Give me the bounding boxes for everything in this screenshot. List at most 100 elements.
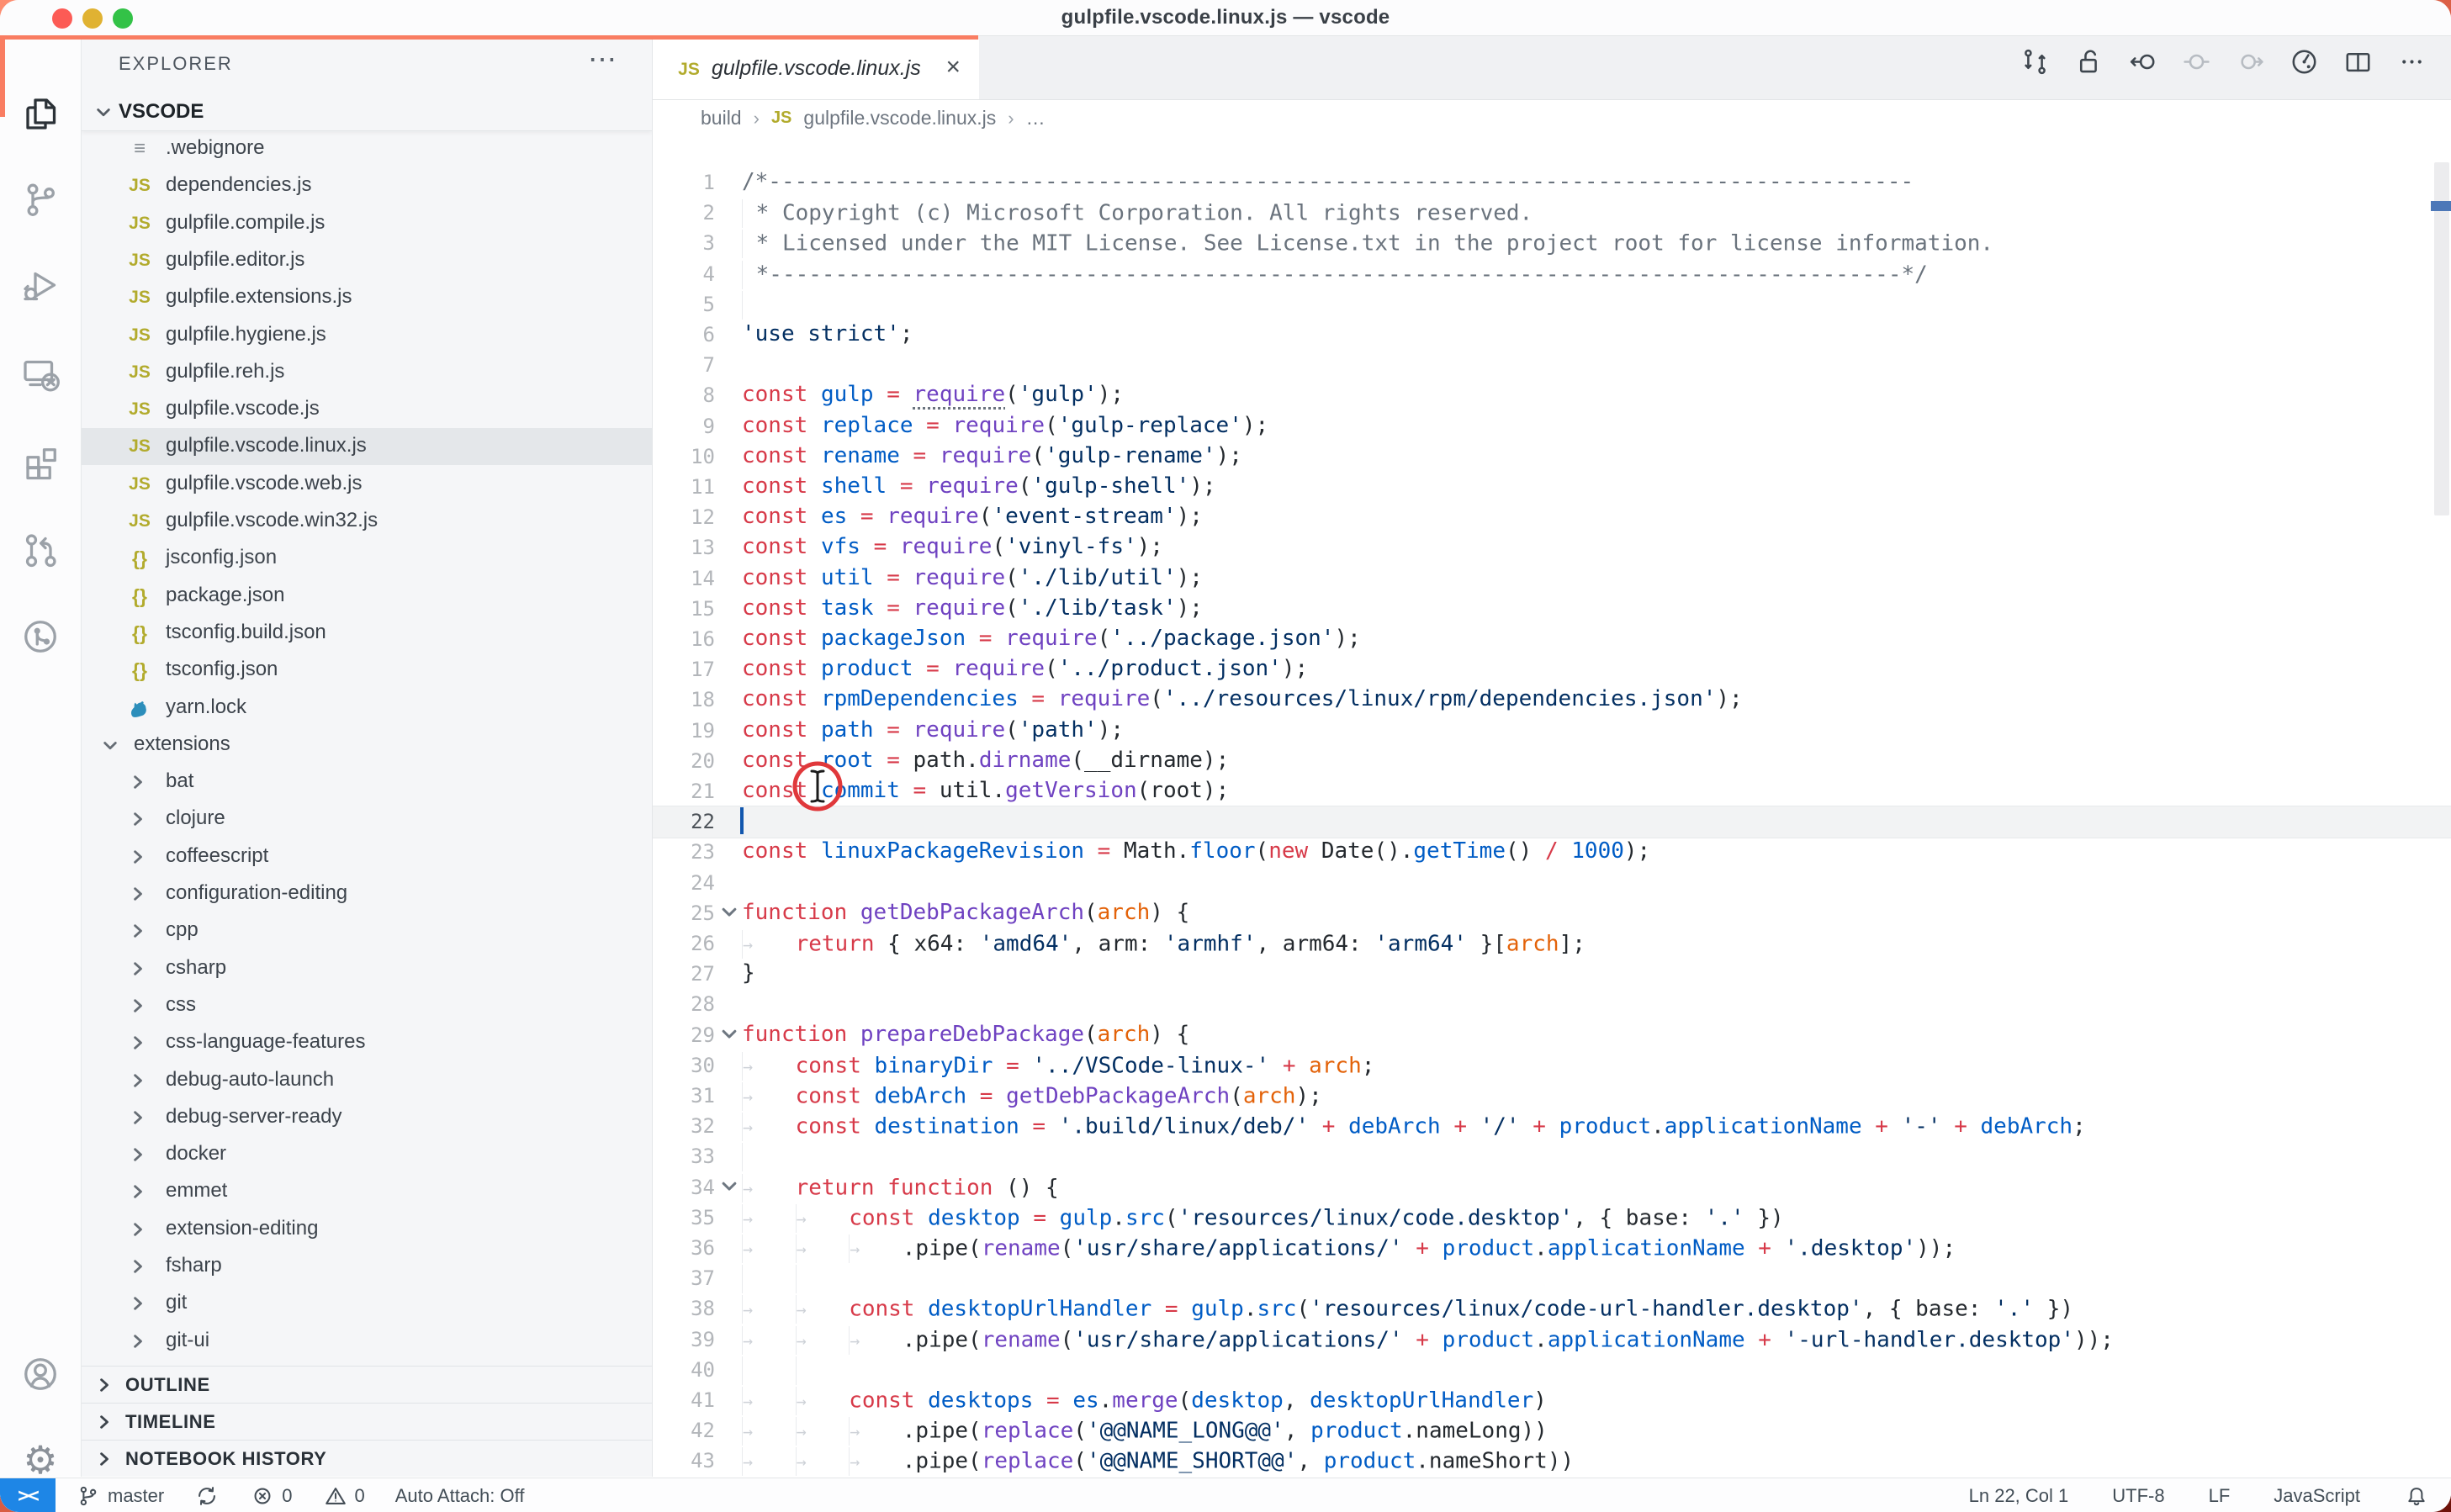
line-number[interactable]: 31	[653, 1084, 715, 1108]
code-line-2[interactable]: 2 * Copyright (c) Microsoft Corporation.…	[653, 198, 2451, 229]
status-item-ln-22-col-1[interactable]: Ln 22, Col 1	[1969, 1485, 2069, 1507]
code-line-24[interactable]: 24	[653, 868, 2451, 899]
file-item-tsconfig.build.json[interactable]: {}tsconfig.build.json	[82, 615, 652, 652]
file-item-gulpfile.vscode.web.js[interactable]: JSgulpfile.vscode.web.js	[82, 466, 652, 503]
sidebar-panel-timeline[interactable]: TIMELINE	[82, 1403, 652, 1441]
line-number[interactable]: 21	[653, 780, 715, 803]
line-number[interactable]: 43	[653, 1449, 715, 1472]
line-number[interactable]: 8	[653, 383, 715, 407]
code-line-20[interactable]: 20const root = path.dirname(__dirname);	[653, 746, 2451, 777]
line-number[interactable]: 37	[653, 1266, 715, 1290]
line-number[interactable]: 14	[653, 567, 715, 590]
file-item-gulpfile.compile.js[interactable]: JSgulpfile.compile.js	[82, 205, 652, 242]
file-item-.webignore[interactable]: ≡.webignore	[82, 130, 652, 167]
code-line-8[interactable]: 8const gulp = require('gulp');	[653, 380, 2451, 411]
status-item-bell-icon[interactable]	[2404, 1483, 2429, 1509]
code-line-14[interactable]: 14const util = require('./lib/util');	[653, 563, 2451, 595]
code-line-21[interactable]: 21const commit = util.getVersion(root);	[653, 776, 2451, 807]
code-line-33[interactable]: 33	[653, 1141, 2451, 1172]
code-editor[interactable]: 1/*-------------------------------------…	[653, 131, 2451, 1477]
folder-item-emmet[interactable]: emmet	[82, 1173, 652, 1210]
line-number[interactable]: 12	[653, 505, 715, 529]
activity-bar-item-remote-explorer[interactable]	[0, 335, 81, 412]
line-number[interactable]: 23	[653, 840, 715, 864]
close-tab-icon[interactable]: ×	[945, 53, 961, 82]
line-number[interactable]: 34	[653, 1176, 715, 1199]
code-line-35[interactable]: 35const desktop = gulp.src('resources/li…	[653, 1203, 2451, 1234]
line-number[interactable]: 28	[653, 992, 715, 1016]
code-line-15[interactable]: 15const task = require('./lib/task');	[653, 594, 2451, 625]
code-line-12[interactable]: 12const es = require('event-stream');	[653, 502, 2451, 533]
code-line-23[interactable]: 23const linuxPackageRevision = Math.floo…	[653, 837, 2451, 868]
line-number[interactable]: 32	[653, 1114, 715, 1138]
code-line-17[interactable]: 17const product = require('../product.js…	[653, 654, 2451, 685]
code-line-34[interactable]: 34return function () {	[653, 1172, 2451, 1203]
fold-chevron-down-icon[interactable]	[718, 901, 740, 926]
folder-item-debug-server-ready[interactable]: debug-server-ready	[82, 1099, 652, 1136]
line-number[interactable]: 38	[653, 1297, 715, 1320]
code-line-6[interactable]: 6'use strict';	[653, 320, 2451, 351]
scrollbar-thumb[interactable]	[2434, 162, 2449, 515]
status-item-sync-icon[interactable]	[194, 1483, 220, 1509]
line-number[interactable]: 42	[653, 1419, 715, 1442]
code-line-37[interactable]: 37	[653, 1263, 2451, 1294]
folder-item-fsharp[interactable]: fsharp	[82, 1248, 652, 1285]
code-line-30[interactable]: 30const binaryDir = '../VSCode-linux-' +…	[653, 1050, 2451, 1081]
file-item-dependencies.js[interactable]: JSdependencies.js	[82, 167, 652, 204]
remote-indicator[interactable]: ><	[0, 1478, 56, 1512]
activity-bar-item-source-control[interactable]	[0, 161, 81, 238]
explorer-more-actions-icon[interactable]: ⋯	[588, 43, 618, 77]
more-actions-icon[interactable]	[2396, 46, 2427, 77]
line-number[interactable]: 4	[653, 262, 715, 286]
breadcrumb-item[interactable]: …	[1026, 107, 1046, 130]
line-number[interactable]: 30	[653, 1054, 715, 1077]
sidebar-panel-outline[interactable]: OUTLINE	[82, 1366, 652, 1404]
folder-item-bat[interactable]: bat	[82, 764, 652, 801]
folder-section-header[interactable]: VSCODE	[82, 93, 652, 131]
line-number[interactable]: 2	[653, 201, 715, 225]
file-item-jsconfig.json[interactable]: {}jsconfig.json	[82, 540, 652, 577]
code-line-25[interactable]: 25function getDebPackageArch(arch) {	[653, 898, 2451, 929]
code-line-5[interactable]: 5	[653, 289, 2451, 320]
folder-item-extensions[interactable]: extensions	[82, 727, 652, 764]
line-number[interactable]: 39	[653, 1328, 715, 1351]
status-item-utf-8[interactable]: UTF-8	[2112, 1485, 2164, 1507]
line-number[interactable]: 3	[653, 231, 715, 255]
file-item-gulpfile.hygiene.js[interactable]: JSgulpfile.hygiene.js	[82, 317, 652, 354]
status-item-auto-attach-off[interactable]: Auto Attach: Off	[395, 1485, 525, 1507]
activity-bar-item-run-debug[interactable]	[0, 246, 81, 324]
status-item-0[interactable]: 0	[323, 1483, 365, 1509]
folder-item-csharp[interactable]: csharp	[82, 950, 652, 987]
sidebar-panel-notebook-history[interactable]: NOTEBOOK HISTORY	[82, 1440, 652, 1477]
file-item-tsconfig.json[interactable]: {}tsconfig.json	[82, 652, 652, 689]
code-line-39[interactable]: 39.pipe(rename('usr/share/applications/'…	[653, 1324, 2451, 1356]
file-item-package.json[interactable]: {}package.json	[82, 578, 652, 615]
line-number[interactable]: 27	[653, 962, 715, 986]
line-number[interactable]: 22	[653, 810, 715, 833]
line-number[interactable]: 41	[653, 1388, 715, 1412]
fold-chevron-down-icon[interactable]	[718, 1023, 740, 1048]
folder-item-extension-editing[interactable]: extension-editing	[82, 1211, 652, 1248]
line-number[interactable]: 26	[653, 932, 715, 955]
folder-item-configuration-editing[interactable]: configuration-editing	[82, 875, 652, 912]
folder-item-git-ui[interactable]: git-ui	[82, 1323, 652, 1360]
code-line-38[interactable]: 38const desktopUrlHandler = gulp.src('re…	[653, 1293, 2451, 1324]
line-number[interactable]: 9	[653, 415, 715, 438]
line-number[interactable]: 17	[653, 658, 715, 681]
code-line-26[interactable]: 26return { x64: 'amd64', arm: 'armhf', a…	[653, 928, 2451, 960]
status-item-lf[interactable]: LF	[2209, 1485, 2231, 1507]
code-line-29[interactable]: 29function prepareDebPackage(arch) {	[653, 1020, 2451, 1051]
code-line-28[interactable]: 28	[653, 989, 2451, 1020]
history-icon[interactable]	[2289, 46, 2320, 77]
folder-item-css-language-features[interactable]: css-language-features	[82, 1024, 652, 1061]
fold-chevron-down-icon[interactable]	[718, 1175, 740, 1200]
code-line-13[interactable]: 13const vfs = require('vinyl-fs');	[653, 532, 2451, 563]
unlock-icon[interactable]	[2073, 46, 2104, 77]
line-number[interactable]: 35	[653, 1206, 715, 1229]
line-number[interactable]: 33	[653, 1145, 715, 1168]
folder-item-cpp[interactable]: cpp	[82, 912, 652, 949]
line-number[interactable]: 16	[653, 627, 715, 651]
discard-icon[interactable]	[2127, 46, 2158, 77]
code-line-18[interactable]: 18const rpmDependencies = require('../re…	[653, 685, 2451, 716]
line-number[interactable]: 13	[653, 536, 715, 559]
